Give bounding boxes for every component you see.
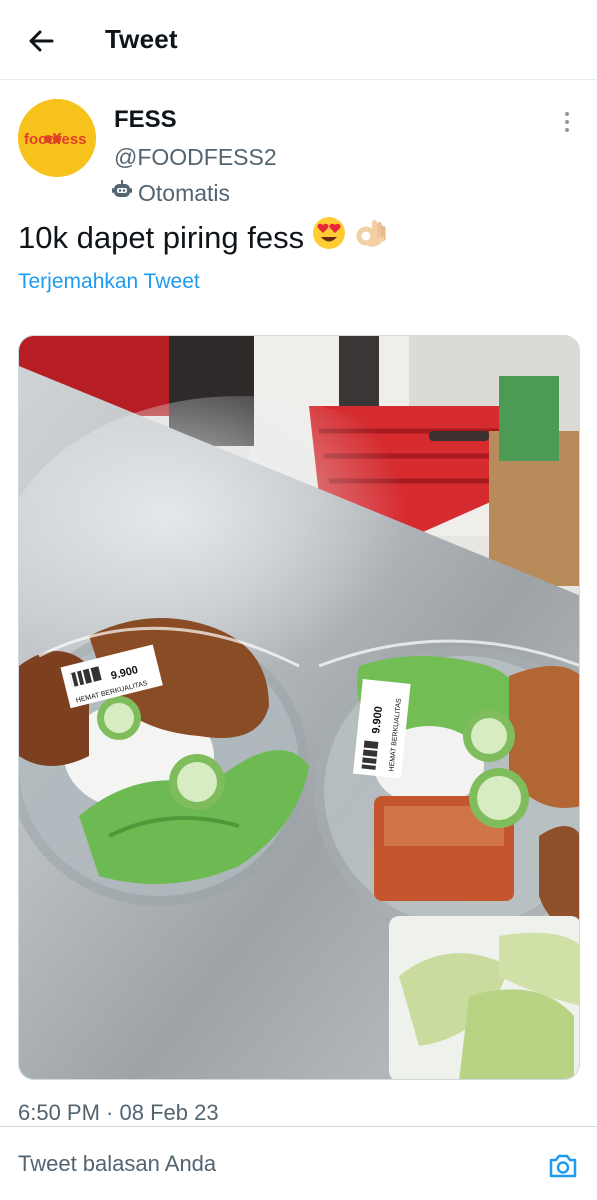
author-handle[interactable]: @FOODFESS2 xyxy=(114,144,277,171)
reply-bar: Tweet balasan Anda xyxy=(0,1126,597,1200)
top-bar: Tweet xyxy=(0,0,597,80)
tweet-body: 10k dapet piring fess xyxy=(18,220,305,255)
more-options-icon[interactable] xyxy=(556,108,578,136)
automated-text: Otomatis xyxy=(138,179,231,206)
page-title: Tweet xyxy=(105,24,178,54)
translate-tweet-link[interactable]: Terjemahkan Tweet xyxy=(18,270,200,294)
reply-input[interactable]: Tweet balasan Anda xyxy=(18,1151,216,1177)
avatar[interactable]: foodfess xyxy=(18,99,96,177)
back-arrow-icon[interactable] xyxy=(24,24,58,58)
tweet-timestamp: 6:50 PM · 08 Feb 23 xyxy=(18,1100,219,1125)
tweet-text: 10k dapet piring fess xyxy=(18,216,388,260)
author-name[interactable]: FESS xyxy=(114,106,177,134)
tweet-photo[interactable]: 9.900 HEMAT BERKUALITAS 9.900 HEMAT BERK… xyxy=(18,335,580,1080)
robot-icon xyxy=(112,179,132,207)
ok-hand-emoji-icon xyxy=(354,216,388,260)
automated-label: Otomatis xyxy=(112,179,230,207)
camera-icon[interactable] xyxy=(546,1149,580,1183)
heart-eyes-emoji-icon xyxy=(312,216,346,260)
